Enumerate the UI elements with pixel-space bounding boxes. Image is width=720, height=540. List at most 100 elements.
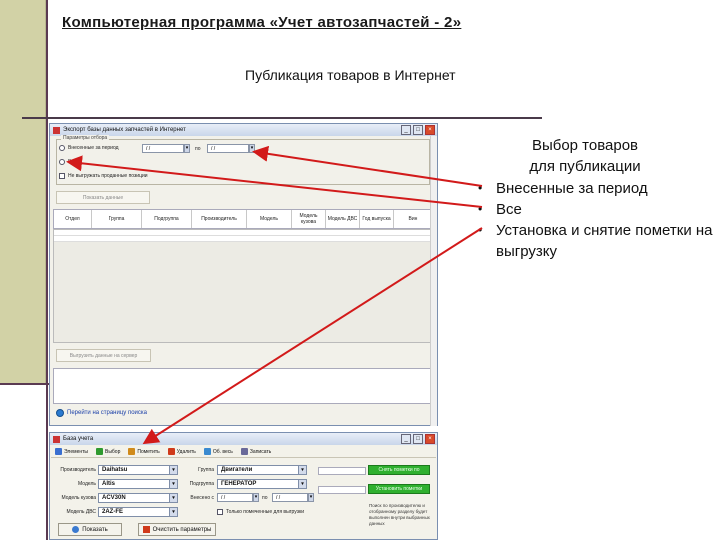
chevron-down-icon[interactable]: ▾ <box>169 494 177 502</box>
feature-list: • Внесенные за период • Все • Установка и с… <box>478 178 718 262</box>
date-to-input[interactable]: / / <box>207 144 249 153</box>
base-date-separator: по <box>262 495 268 501</box>
unmark-button[interactable]: Снять пометки по запросу <box>368 465 430 482</box>
bullet-icon: • <box>478 181 483 195</box>
body-model-select[interactable]: ACV30N ▾ <box>98 493 178 503</box>
list-item-text: Установка и снятие пометки на выгрузку <box>496 222 713 260</box>
mark-field[interactable] <box>318 486 366 494</box>
slide-subtitle: Публикация товаров в Интернет <box>245 67 456 83</box>
subgroup-select[interactable]: ГЕНЕРАТОР ▾ <box>217 479 307 489</box>
search-button-label: Показать <box>82 526 108 533</box>
app-icon <box>53 435 60 443</box>
slide-title: Компьютерная программа «Учет автозапчаст… <box>62 14 462 31</box>
app-icon <box>53 126 60 134</box>
base-date-from-input[interactable]: / / <box>217 493 253 502</box>
mark-button[interactable]: Установить пометки <box>368 484 430 494</box>
body-model-label: Модель кузова <box>61 495 96 501</box>
search-icon <box>72 526 80 533</box>
toolbar-item[interactable]: Элементы <box>55 448 88 455</box>
column-header[interactable]: Производитель <box>192 210 247 228</box>
chevron-down-icon[interactable]: ▾ <box>169 480 177 488</box>
right-heading-line2: для публикации <box>529 158 641 175</box>
model-select[interactable]: Altis ▾ <box>98 479 178 489</box>
export-window: Экспорт базы данных запчастей в Интернет… <box>49 123 438 426</box>
maximize-icon[interactable]: □ <box>413 434 423 444</box>
search-page-link[interactable]: Перейти на страницу поиска <box>56 409 147 417</box>
chevron-down-icon[interactable]: ▾ <box>298 480 306 488</box>
log-box <box>53 368 434 404</box>
base-window-titlebar: База учета _ □ × <box>50 433 437 445</box>
vertical-scrollbar[interactable] <box>430 136 437 426</box>
search-page-link-text[interactable]: Перейти на страницу поиска <box>67 410 147 416</box>
maximize-icon[interactable]: □ <box>413 125 423 135</box>
calendar-icon[interactable]: ▾ <box>184 144 190 153</box>
filter-group: Параметры отбора Внесенные за период / /… <box>56 135 430 185</box>
data-table[interactable] <box>53 229 434 343</box>
column-header[interactable]: Модель кузова <box>292 210 326 228</box>
toolbar-item-label: Удалить <box>176 448 196 455</box>
table-header: Отдел Группа Подгруппа Производитель Мод… <box>53 209 434 229</box>
toolbar-item[interactable]: Об. весь <box>203 448 233 455</box>
save-icon <box>240 448 248 455</box>
base-date-to-input[interactable]: / / <box>272 493 308 502</box>
search-hint: Поиск по производителю и отобранному раз… <box>369 503 430 526</box>
toolbar-item[interactable]: Пометить <box>128 448 160 455</box>
check-icon <box>96 448 103 455</box>
column-header[interactable]: Модель <box>247 210 292 228</box>
filter-group-label: Параметры отбора <box>61 135 110 141</box>
show-data-button[interactable]: Показать данные <box>56 191 150 204</box>
export-window-title: Экспорт базы данных запчастей в Интернет <box>63 127 186 133</box>
manufacturer-value: Daihatsu <box>102 467 128 473</box>
search-field[interactable] <box>318 467 366 475</box>
toolbar-item[interactable]: Удалить <box>167 448 196 455</box>
search-button[interactable]: Показать <box>58 523 122 536</box>
column-header[interactable]: Модель ДВС <box>326 210 360 228</box>
column-header[interactable]: Отдел <box>54 210 92 228</box>
right-heading-line1: Выбор товаров <box>531 137 639 154</box>
manufacturer-select[interactable]: Daihatsu ▾ <box>98 465 178 475</box>
manufacturer-label: Производитель <box>60 467 96 473</box>
minimize-icon[interactable]: _ <box>401 125 411 135</box>
date-label: Внесено с <box>190 495 214 501</box>
group-select[interactable]: Двигатели ▾ <box>217 465 307 475</box>
chevron-down-icon[interactable]: ▾ <box>169 466 177 474</box>
bullet-icon: • <box>478 223 483 237</box>
chevron-down-icon[interactable]: ▾ <box>298 466 306 474</box>
band-divider <box>0 383 50 385</box>
list-item: • Установка и снятие пометки на выгрузку <box>478 220 718 262</box>
list-item: • Внесенные за период <box>478 178 718 199</box>
list-item-text: Внесенные за период <box>496 180 648 197</box>
pencil-icon <box>128 448 136 455</box>
only-marked-label: Только помеченные для выгрузки <box>226 509 304 515</box>
close-icon[interactable]: × <box>425 125 435 135</box>
left-vertical-rule <box>46 0 48 540</box>
only-marked-checkbox[interactable] <box>217 509 223 515</box>
radio-period[interactable] <box>59 145 65 151</box>
column-header[interactable]: Вин <box>394 210 433 228</box>
toolbar-item-label: Пометить <box>137 448 160 455</box>
body-model-value: ACV30N <box>102 495 126 501</box>
radio-all[interactable] <box>59 159 65 165</box>
calendar-icon[interactable]: ▾ <box>253 493 259 502</box>
engine-model-select[interactable]: 2AZ-FE ▾ <box>98 507 178 517</box>
date-separator: по <box>195 146 201 152</box>
left-decorative-band <box>0 0 46 385</box>
export-button[interactable]: Выгрузить данные на сервер <box>56 349 151 362</box>
model-value: Altis <box>102 481 116 487</box>
chevron-down-icon[interactable]: ▾ <box>169 508 177 516</box>
column-header[interactable]: Подгруппа <box>142 210 192 228</box>
column-header[interactable]: Год выпуска <box>360 210 394 228</box>
column-header[interactable]: Группа <box>92 210 142 228</box>
calendar-icon[interactable]: ▾ <box>308 493 314 502</box>
table-row[interactable] <box>54 236 433 242</box>
clear-params-button[interactable]: Очистить параметры <box>138 523 216 536</box>
globe-icon <box>56 409 64 417</box>
calendar-icon[interactable]: ▾ <box>249 144 255 153</box>
toolbar-item[interactable]: Выбор <box>96 448 120 455</box>
date-from-input[interactable]: / / <box>142 144 184 153</box>
close-icon[interactable]: × <box>425 434 435 444</box>
toolbar: Элементы Выбор Пометить Удалить Об. весь Запи… <box>51 446 436 458</box>
minimize-icon[interactable]: _ <box>401 434 411 444</box>
toolbar-item[interactable]: Записать <box>240 448 271 455</box>
skip-sold-checkbox[interactable] <box>59 173 65 179</box>
